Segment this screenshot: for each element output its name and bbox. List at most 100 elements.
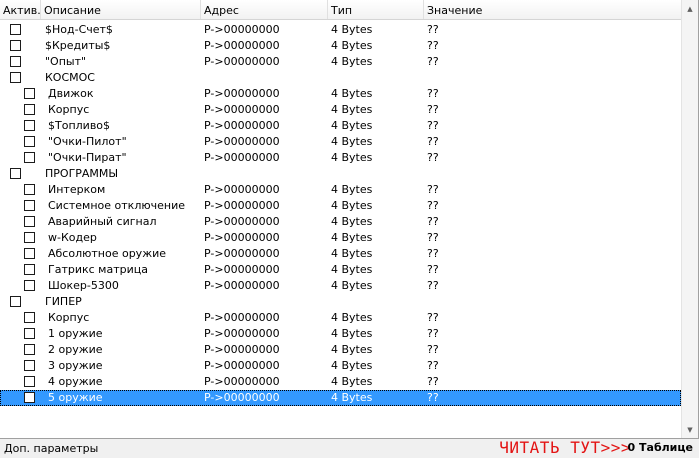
value-cell: ?? — [427, 135, 439, 148]
active-checkbox[interactable] — [24, 152, 35, 163]
scroll-down-arrow-icon[interactable]: ▼ — [682, 421, 698, 438]
type-cell: 4 Bytes — [331, 343, 373, 356]
type-cell: 4 Bytes — [331, 311, 373, 324]
table-row[interactable]: Движок P->00000000 4 Bytes?? — [0, 86, 681, 102]
type-cell: 4 Bytes — [331, 39, 373, 52]
table-row[interactable]: Абсолютное оружие P->00000000 4 Bytes?? — [0, 246, 681, 262]
description-cell: Интерком — [48, 183, 106, 196]
scroll-up-arrow-icon[interactable]: ▲ — [682, 0, 698, 17]
read-here-link[interactable]: ЧИТАТЬ ТУТ>>> — [499, 438, 631, 457]
type-cell: 4 Bytes — [331, 263, 373, 276]
table-row[interactable]: $Топливо$ P->00000000 4 Bytes?? — [0, 118, 681, 134]
value-cell: ?? — [427, 199, 439, 212]
value-cell: ?? — [427, 183, 439, 196]
active-checkbox[interactable] — [24, 328, 35, 339]
active-checkbox[interactable] — [10, 168, 21, 179]
active-checkbox[interactable] — [24, 264, 35, 275]
address-cell: P->00000000 — [204, 247, 280, 260]
description-cell: Шокер-5300 — [48, 279, 119, 292]
type-cell: 4 Bytes — [331, 119, 373, 132]
column-header-type[interactable]: Тип — [328, 0, 424, 19]
type-cell: 4 Bytes — [331, 279, 373, 292]
active-checkbox[interactable] — [24, 200, 35, 211]
value-cell: ?? — [427, 119, 439, 132]
column-header-address[interactable]: Адрес — [201, 0, 328, 19]
table-row[interactable]: Шокер-5300 P->00000000 4 Bytes?? — [0, 278, 681, 294]
table-row[interactable]: $Нод-Счет$ P->00000000 4 Bytes?? — [0, 22, 681, 38]
advanced-options-label[interactable]: Доп. параметры — [4, 442, 98, 455]
active-checkbox[interactable] — [24, 88, 35, 99]
table-row[interactable]: w-Кодер P->00000000 4 Bytes?? — [0, 230, 681, 246]
description-cell: 4 оружие — [48, 375, 103, 388]
active-checkbox[interactable] — [24, 312, 35, 323]
description-cell: 5 оружие — [48, 391, 103, 404]
active-checkbox[interactable] — [10, 72, 21, 83]
address-cell: P->00000000 — [204, 279, 280, 292]
description-cell: "Очки-Пират" — [48, 151, 127, 164]
table-row[interactable]: Гатрикс матрица P->00000000 4 Bytes?? — [0, 262, 681, 278]
active-checkbox[interactable] — [10, 40, 21, 51]
table-row[interactable]: Корпус P->00000000 4 Bytes?? — [0, 102, 681, 118]
active-checkbox[interactable] — [24, 136, 35, 147]
active-checkbox[interactable] — [24, 120, 35, 131]
column-header-active[interactable]: Актив. — [0, 0, 41, 19]
address-cell: P->00000000 — [204, 87, 280, 100]
table-row[interactable]: 1 оружие P->00000000 4 Bytes?? — [0, 326, 681, 342]
description-cell: $Нод-Счет$ — [45, 23, 113, 36]
group-row[interactable]: ПРОГРАММЫ — [0, 166, 681, 182]
active-checkbox[interactable] — [10, 296, 21, 307]
active-checkbox[interactable] — [24, 104, 35, 115]
description-cell: Аварийный сигнал — [48, 215, 157, 228]
table-row[interactable]: "Очки-Пират" P->00000000 4 Bytes?? — [0, 150, 681, 166]
table-row[interactable]: Интерком P->00000000 4 Bytes?? — [0, 182, 681, 198]
description-cell: $Кредиты$ — [45, 39, 111, 52]
vertical-scrollbar[interactable]: ▲ ▼ — [681, 0, 698, 438]
address-cell: P->00000000 — [204, 311, 280, 324]
address-cell: P->00000000 — [204, 343, 280, 356]
table-row[interactable]: "Очки-Пилот" P->00000000 4 Bytes?? — [0, 134, 681, 150]
type-cell: 4 Bytes — [331, 359, 373, 372]
active-checkbox[interactable] — [24, 232, 35, 243]
type-cell: 4 Bytes — [331, 23, 373, 36]
table-row[interactable]: Аварийный сигнал P->00000000 4 Bytes?? — [0, 214, 681, 230]
address-cell: P->00000000 — [204, 183, 280, 196]
column-header-description[interactable]: Описание — [41, 0, 201, 19]
active-checkbox[interactable] — [24, 280, 35, 291]
active-checkbox[interactable] — [24, 360, 35, 371]
value-cell: ?? — [427, 311, 439, 324]
group-row[interactable]: ГИПЕР — [0, 294, 681, 310]
active-checkbox[interactable] — [24, 392, 35, 403]
table-row[interactable]: "Опыт" P->00000000 4 Bytes?? — [0, 54, 681, 70]
address-cell: P->00000000 — [204, 327, 280, 340]
value-cell: ?? — [427, 375, 439, 388]
value-cell: ?? — [427, 215, 439, 228]
value-cell: ?? — [427, 327, 439, 340]
table-row[interactable]: Корпус P->00000000 4 Bytes?? — [0, 310, 681, 326]
table-row[interactable]: Системное отключение P->00000000 4 Bytes?? — [0, 198, 681, 214]
active-checkbox[interactable] — [24, 216, 35, 227]
group-row[interactable]: КОСМОС — [0, 70, 681, 86]
table-row[interactable]: $Кредиты$ P->00000000 4 Bytes?? — [0, 38, 681, 54]
value-cell: ?? — [427, 23, 439, 36]
type-cell: 4 Bytes — [331, 135, 373, 148]
active-checkbox[interactable] — [24, 184, 35, 195]
active-checkbox[interactable] — [24, 248, 35, 259]
table-row[interactable]: 4 оружие P->00000000 4 Bytes?? — [0, 374, 681, 390]
value-cell: ?? — [427, 87, 439, 100]
address-cell: P->00000000 — [204, 359, 280, 372]
table-header: Актив. Описание Адрес Тип Значение — [0, 0, 681, 20]
active-checkbox[interactable] — [10, 56, 21, 67]
table-row[interactable]: 5 оружие P->00000000 4 Bytes?? — [0, 390, 681, 406]
active-checkbox[interactable] — [10, 24, 21, 35]
table-row[interactable]: 2 оружие P->00000000 4 Bytes?? — [0, 342, 681, 358]
address-cell: P->00000000 — [204, 199, 280, 212]
value-cell: ?? — [427, 279, 439, 292]
description-cell: 1 оружие — [48, 327, 103, 340]
column-header-value[interactable]: Значение — [424, 0, 682, 19]
table-row[interactable]: 3 оружие P->00000000 4 Bytes?? — [0, 358, 681, 374]
address-cell: P->00000000 — [204, 151, 280, 164]
active-checkbox[interactable] — [24, 376, 35, 387]
type-cell: 4 Bytes — [331, 391, 373, 404]
address-cell: P->00000000 — [204, 215, 280, 228]
active-checkbox[interactable] — [24, 344, 35, 355]
